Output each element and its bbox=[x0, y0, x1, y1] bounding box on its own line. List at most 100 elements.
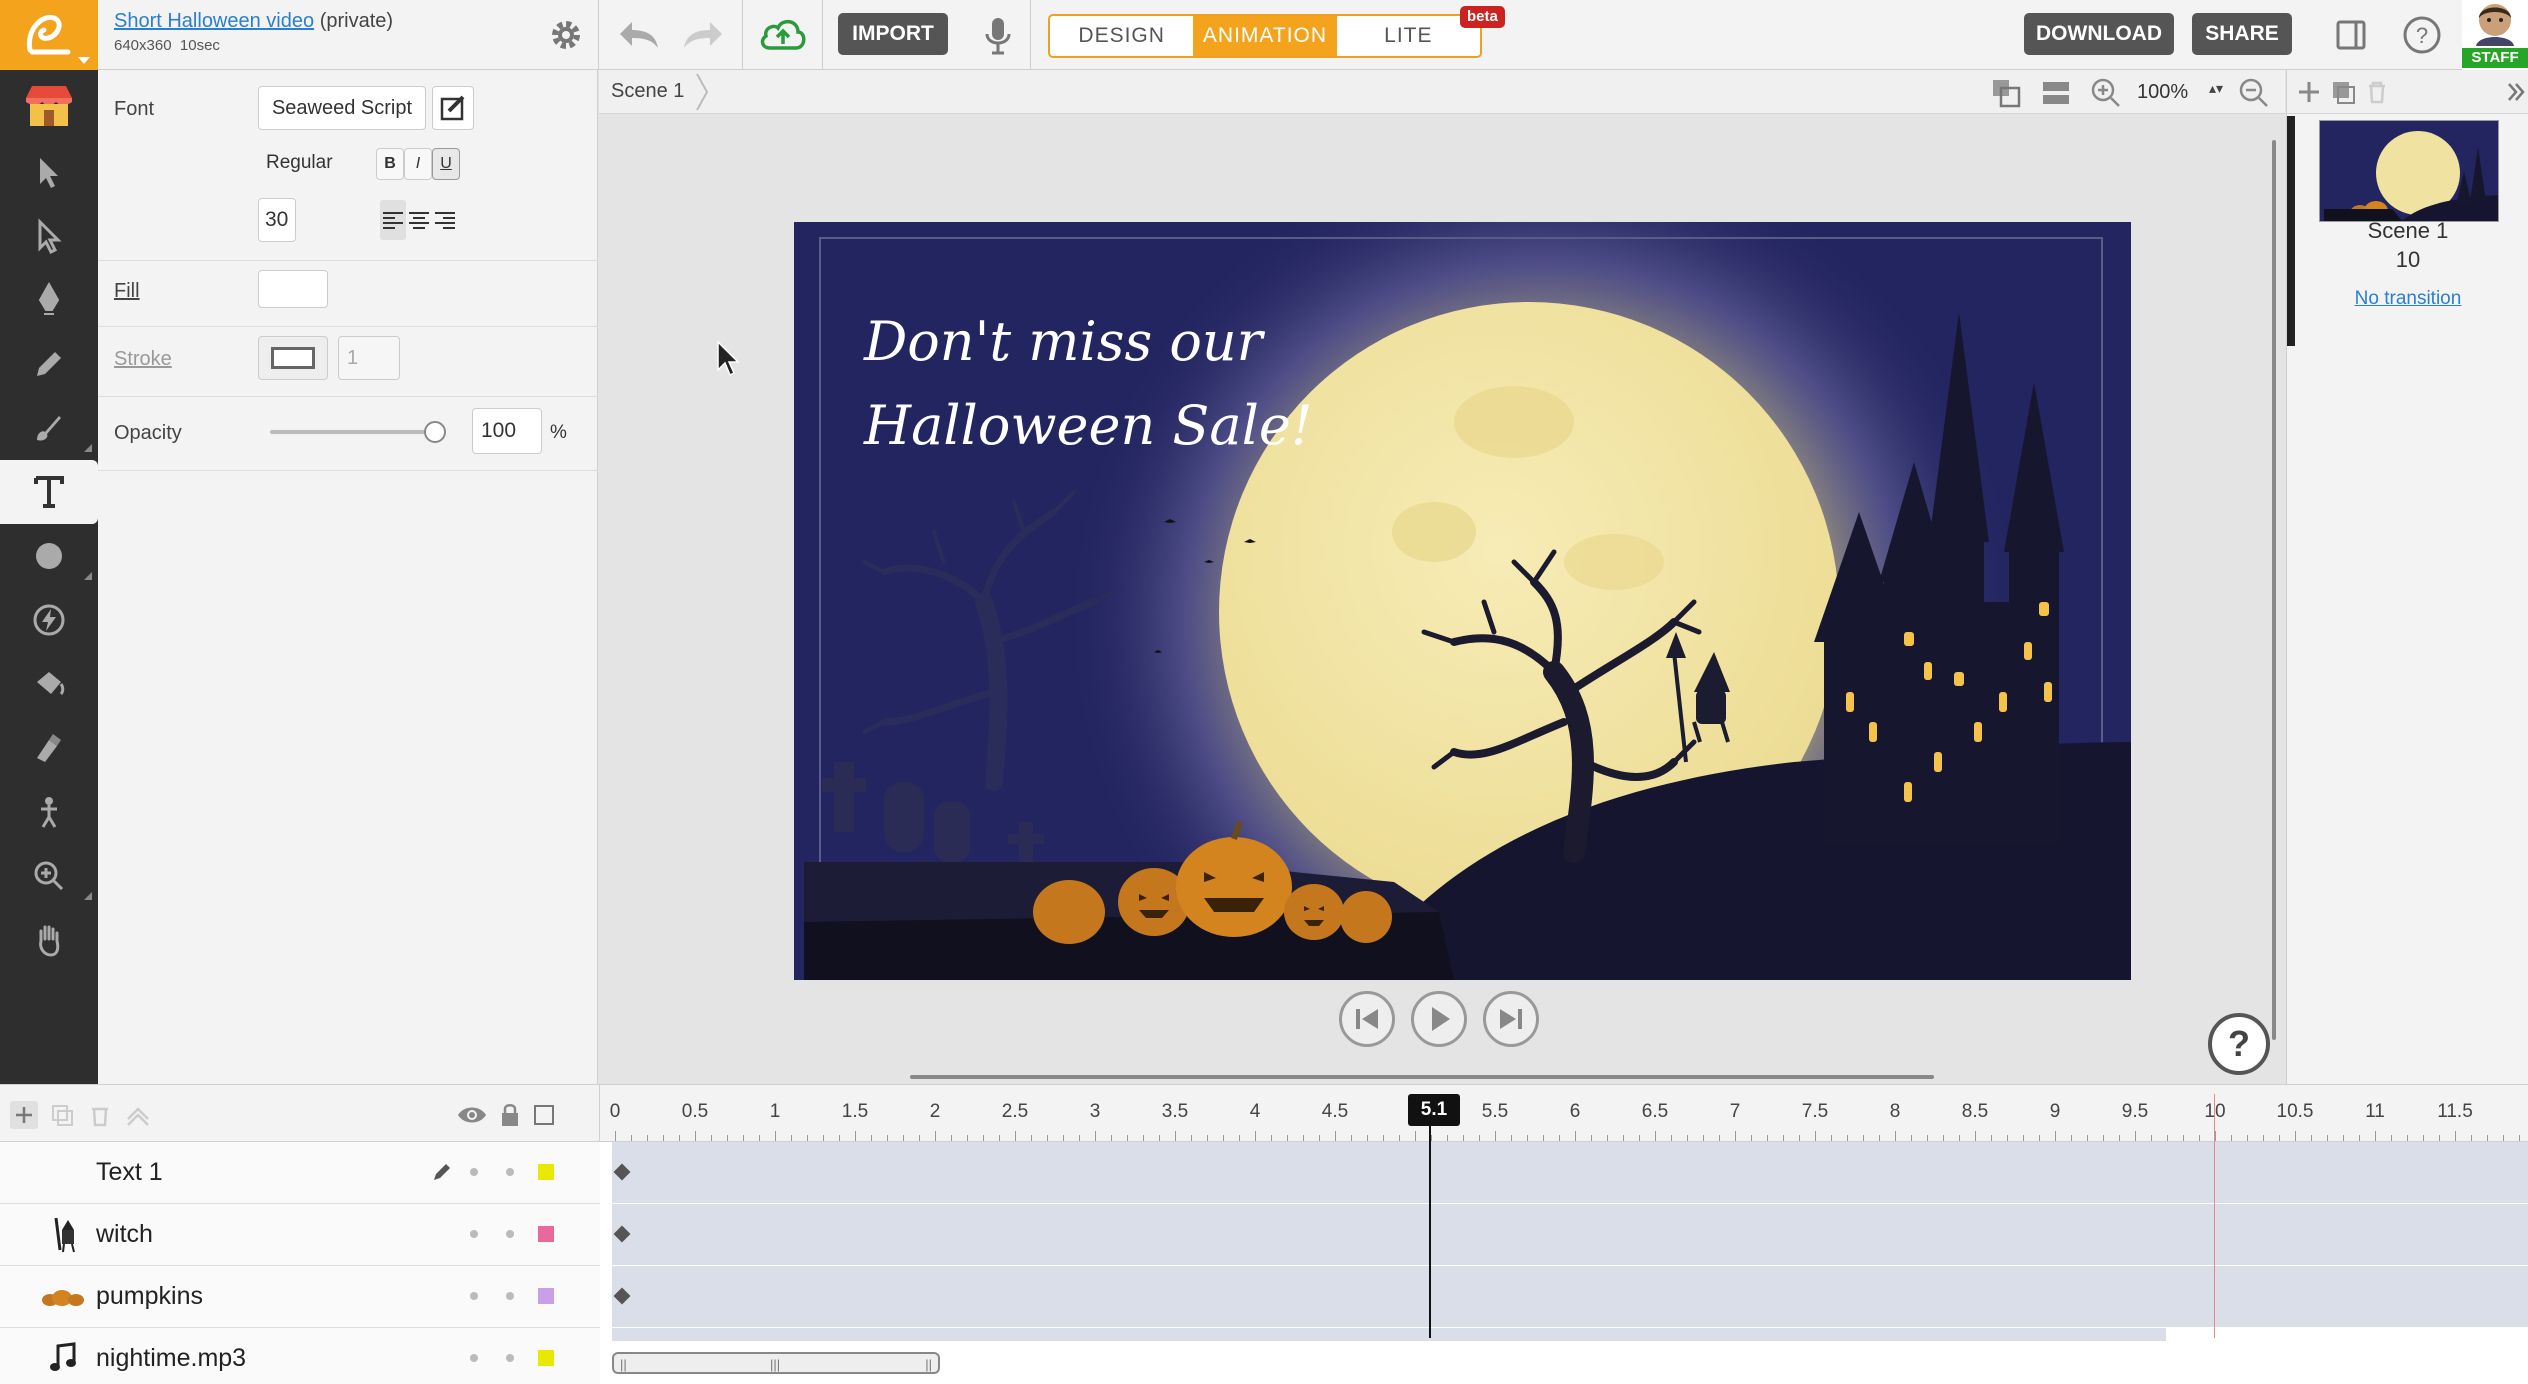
microphone-icon[interactable] bbox=[984, 16, 1012, 56]
user-avatar[interactable]: STAFF bbox=[2462, 0, 2528, 70]
gear-icon[interactable] bbox=[548, 17, 584, 53]
font-family-select[interactable]: Seaweed Script bbox=[258, 86, 426, 130]
stage-horizontal-scrollbar[interactable] bbox=[910, 1075, 1934, 1079]
stroke-label[interactable]: Stroke bbox=[114, 348, 172, 371]
keyframe-marker[interactable] bbox=[613, 1287, 631, 1305]
import-button[interactable]: IMPORT bbox=[838, 13, 948, 55]
bold-toggle[interactable]: B bbox=[376, 148, 404, 180]
help-icon[interactable]: ? bbox=[2402, 15, 2442, 55]
opacity-input[interactable]: 100 bbox=[472, 408, 542, 454]
panel-toggle-icon[interactable] bbox=[2334, 18, 2368, 52]
align-center-button[interactable] bbox=[406, 200, 432, 240]
stroke-color-swatch[interactable] bbox=[258, 336, 328, 380]
layer-color-swatch[interactable] bbox=[538, 1350, 554, 1366]
help-button[interactable]: ? bbox=[2208, 1013, 2270, 1075]
share-button[interactable]: SHARE bbox=[2192, 13, 2292, 55]
visibility-dot[interactable] bbox=[470, 1292, 478, 1300]
lock-dot[interactable] bbox=[506, 1292, 514, 1300]
undo-icon[interactable] bbox=[616, 18, 662, 52]
skip-back-button[interactable] bbox=[1339, 991, 1395, 1047]
align-distribute-icon[interactable] bbox=[2039, 76, 2073, 110]
add-layer-button[interactable] bbox=[10, 1101, 38, 1129]
tool-select[interactable] bbox=[0, 140, 98, 204]
redo-icon[interactable] bbox=[680, 18, 726, 52]
canvas-headline-text[interactable]: Don't miss our Halloween Sale! bbox=[864, 300, 1424, 468]
tool-library[interactable] bbox=[0, 74, 98, 138]
tool-pen[interactable] bbox=[0, 268, 98, 332]
audio-track[interactable] bbox=[612, 1328, 2166, 1342]
fill-label[interactable]: Fill bbox=[114, 280, 140, 303]
opacity-slider-handle[interactable] bbox=[424, 421, 446, 443]
mode-lite-tab[interactable]: LITE bbox=[1337, 16, 1480, 56]
zoom-in-icon[interactable] bbox=[2089, 76, 2123, 110]
pencil-icon[interactable] bbox=[432, 1162, 452, 1182]
collapse-panel-icon[interactable] bbox=[2505, 80, 2527, 104]
visibility-dot[interactable] bbox=[470, 1230, 478, 1238]
stage-vertical-scrollbar[interactable] bbox=[2272, 140, 2276, 1040]
duplicate-layer-icon[interactable] bbox=[48, 1101, 76, 1129]
track-row[interactable] bbox=[612, 1204, 2528, 1266]
visibility-dot[interactable] bbox=[470, 1354, 478, 1362]
scene-thumbnail[interactable] bbox=[2319, 120, 2499, 222]
keyframe-marker[interactable] bbox=[613, 1225, 631, 1243]
track-row[interactable] bbox=[612, 1266, 2528, 1328]
delete-layer-icon[interactable] bbox=[86, 1101, 114, 1129]
track-row[interactable] bbox=[612, 1142, 2528, 1204]
layer-row[interactable]: Text 1 bbox=[0, 1142, 600, 1204]
scene-canvas[interactable]: Don't miss our Halloween Sale! bbox=[794, 222, 2131, 980]
app-logo-menu[interactable] bbox=[0, 0, 98, 70]
tool-zoom[interactable] bbox=[0, 844, 98, 908]
layer-color-swatch[interactable] bbox=[538, 1288, 554, 1304]
lock-dot[interactable] bbox=[506, 1230, 514, 1238]
duplicate-scene-icon[interactable] bbox=[2329, 78, 2357, 106]
skip-forward-button[interactable] bbox=[1483, 991, 1539, 1047]
keyframe-marker[interactable] bbox=[613, 1163, 631, 1181]
mode-design-tab[interactable]: DESIGN bbox=[1050, 16, 1193, 56]
playhead-time[interactable]: 5.1 bbox=[1408, 1094, 1460, 1126]
breadcrumb[interactable]: Scene 1 bbox=[611, 80, 684, 103]
trash-icon[interactable] bbox=[2363, 78, 2391, 106]
layer-color-swatch[interactable] bbox=[538, 1164, 554, 1180]
cloud-save-icon[interactable] bbox=[758, 14, 808, 56]
tool-animate[interactable] bbox=[0, 588, 98, 652]
layer-row[interactable]: witch bbox=[0, 1204, 600, 1266]
align-left-button[interactable] bbox=[380, 200, 406, 240]
project-title-link[interactable]: Short Halloween video bbox=[114, 10, 314, 32]
tool-brush[interactable] bbox=[0, 396, 98, 460]
tool-text[interactable] bbox=[0, 460, 98, 524]
timeline-tracks[interactable] bbox=[600, 1142, 2528, 1384]
align-right-button[interactable] bbox=[432, 200, 458, 240]
layer-color-swatch[interactable] bbox=[538, 1226, 554, 1242]
lock-icon[interactable] bbox=[498, 1101, 522, 1129]
timeline-ruler[interactable]: 00.511.522.533.544.555.566.577.588.599.5… bbox=[600, 1084, 2528, 1142]
stroke-width-input[interactable]: 1 bbox=[338, 336, 400, 380]
opacity-slider-track[interactable] bbox=[270, 430, 434, 434]
zoom-out-icon[interactable] bbox=[2237, 76, 2271, 110]
fill-color-swatch[interactable] bbox=[258, 270, 328, 308]
tool-character[interactable] bbox=[0, 780, 98, 844]
tool-hand[interactable] bbox=[0, 908, 98, 972]
italic-toggle[interactable]: I bbox=[404, 148, 432, 180]
timeline-scrollbar[interactable]: || ||| || bbox=[612, 1352, 940, 1374]
outline-icon[interactable] bbox=[532, 1103, 556, 1127]
tool-pencil[interactable] bbox=[0, 332, 98, 396]
underline-toggle[interactable]: U bbox=[432, 148, 460, 180]
font-size-input[interactable]: 30 bbox=[258, 198, 296, 242]
zoom-level[interactable]: 100% bbox=[2137, 81, 2188, 104]
lock-dot[interactable] bbox=[506, 1354, 514, 1362]
download-button[interactable]: DOWNLOAD bbox=[2024, 13, 2174, 55]
play-button[interactable] bbox=[1411, 991, 1467, 1047]
font-edit-button[interactable] bbox=[432, 86, 474, 130]
tool-eraser[interactable] bbox=[0, 716, 98, 780]
merge-layers-icon[interactable] bbox=[124, 1101, 152, 1129]
scene-transition-link[interactable]: No transition bbox=[2287, 288, 2528, 310]
layer-row[interactable]: nightime.mp3 bbox=[0, 1328, 600, 1384]
layer-row[interactable]: pumpkins bbox=[0, 1266, 600, 1328]
add-scene-icon[interactable] bbox=[2295, 78, 2323, 106]
lock-dot[interactable] bbox=[506, 1168, 514, 1176]
arrange-icon[interactable] bbox=[1989, 76, 2023, 110]
mode-animation-tab[interactable]: ANIMATION bbox=[1193, 16, 1337, 56]
updown-icon[interactable]: ▴▾ bbox=[2209, 80, 2223, 97]
tool-shape[interactable] bbox=[0, 524, 98, 588]
tool-direct-select[interactable] bbox=[0, 204, 98, 268]
